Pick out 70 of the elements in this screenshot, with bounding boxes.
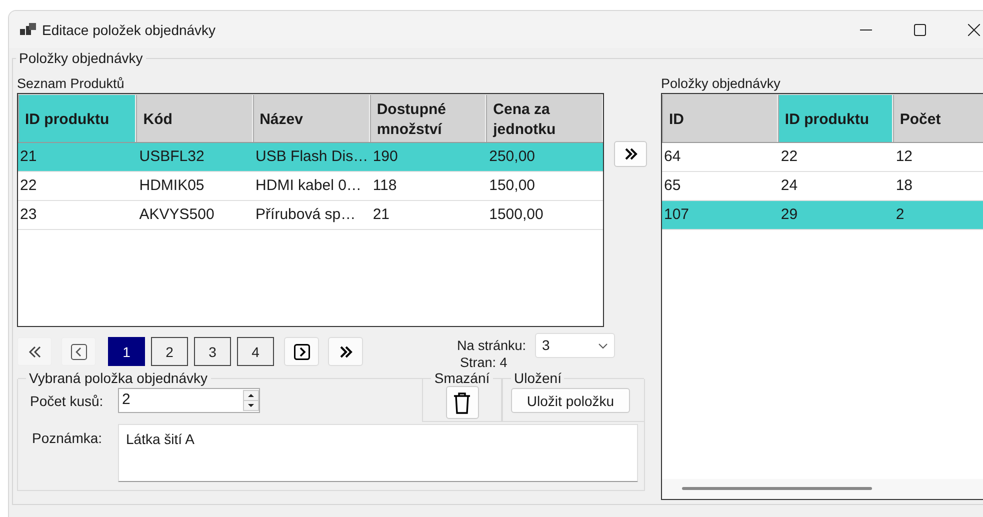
table-cell-text: 1500,00 (488, 205, 544, 225)
quantity-field[interactable]: 2 (118, 388, 260, 413)
table-cell-text: 21 (372, 205, 391, 225)
horizontal-scrollbar[interactable] (662, 479, 983, 499)
double-chevron-icon (624, 148, 638, 160)
page-button[interactable]: 4 (237, 337, 274, 366)
grid-label: Seznam Produktů (17, 76, 124, 93)
column-header[interactable]: ID produktu (18, 95, 136, 142)
table-cell-text: 2 (894, 205, 906, 225)
column-header[interactable]: Kód (136, 95, 253, 142)
table-cell-text: 29 (780, 205, 799, 225)
note-field[interactable]: Látka šití A (118, 424, 638, 482)
table-cell-text: 24 (780, 176, 799, 196)
table-cell-text: 64 (663, 147, 682, 167)
table-row[interactable]: 107 29 2 (662, 201, 983, 230)
spinner-arrows-icon[interactable] (243, 390, 259, 411)
table-cell-text: 23 (19, 205, 38, 225)
table-cell-text: Přírubová sp… (254, 205, 357, 225)
chevron-icon (70, 344, 86, 360)
table-cell-text: AKVYS500 (138, 205, 216, 225)
table-cell-text: 150,00 (488, 176, 536, 196)
table-cell-text: HDMI kabel 0… (254, 176, 362, 196)
delete-button[interactable] (446, 386, 478, 419)
table-cell-text: USBFL32 (138, 147, 206, 167)
table-cell-text: 22 (19, 176, 38, 196)
group-title: Smazání (433, 370, 491, 386)
group-title: Uložení (513, 370, 562, 386)
double-chevron-icon (338, 346, 352, 358)
save-button[interactable]: Uložit položku (511, 388, 630, 413)
previous-page-button[interactable] (61, 337, 96, 366)
last-page-button[interactable] (328, 337, 363, 366)
group-title: Položky objednávky (18, 50, 144, 66)
per-page-label: Na stránku: (456, 338, 526, 353)
quantity-label: Počet kusů: (29, 392, 104, 408)
column-header[interactable]: ID produktu (778, 95, 893, 142)
column-header[interactable]: Počet (892, 95, 983, 142)
table-cell-text: 65 (663, 176, 682, 196)
dropdown-caret-icon (598, 343, 608, 349)
table-cell-text: 190 (372, 147, 399, 167)
table-cell-text: 107 (663, 205, 690, 225)
column-header[interactable]: Cena za jednotku (486, 95, 604, 142)
grid-label: Položky objednávky (661, 76, 780, 93)
double-chevron-icon (28, 346, 42, 358)
window-title: Editace položek objednávky (42, 22, 216, 38)
table-cell-text: 12 (894, 147, 914, 167)
table-cell-text: HDMIK05 (138, 176, 206, 196)
app-icon (20, 22, 36, 36)
maximize-icon[interactable] (914, 24, 926, 36)
note-label: Poznámka: (31, 430, 104, 446)
table-cell-text: 18 (894, 176, 914, 196)
page-count: Stran: 4 (460, 355, 508, 370)
next-page-button[interactable] (284, 337, 319, 366)
page-button[interactable]: 1 (108, 337, 145, 366)
close-icon[interactable] (968, 24, 980, 36)
trash-icon (453, 392, 471, 414)
add-button[interactable] (614, 141, 647, 167)
page-button[interactable]: 3 (194, 337, 231, 366)
group-title: Vybraná položka objednávky (28, 370, 208, 386)
table-cell-text: 250,00 (488, 147, 536, 167)
table-cell-text: USB Flash Dis… (254, 147, 370, 167)
column-header[interactable]: Název (252, 95, 370, 142)
table-cell-text: 22 (780, 147, 799, 167)
table-cell-text: 21 (19, 147, 38, 167)
table-cell-text: 118 (372, 176, 398, 196)
page-button[interactable]: 2 (151, 337, 188, 366)
per-page-dropdown[interactable]: 3 (535, 333, 615, 358)
first-page-button[interactable] (17, 337, 52, 366)
table-row[interactable]: 21 USBFL32 USB Flash Dis… 190 250,00 (18, 143, 604, 172)
chevron-icon (294, 344, 310, 360)
column-header[interactable]: Dostupné množství (370, 95, 486, 142)
